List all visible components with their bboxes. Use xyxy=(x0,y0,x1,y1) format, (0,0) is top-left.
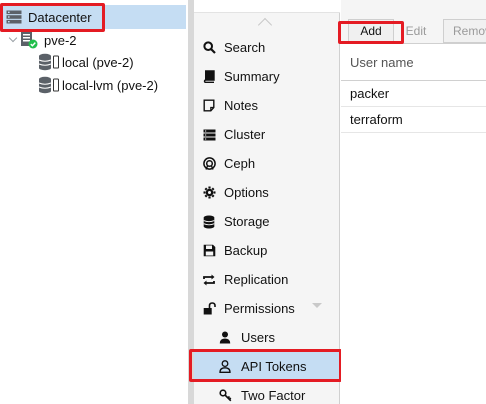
tokens-panel: Add Edit Remove User name packer terrafo… xyxy=(341,0,486,404)
nav-item-label: Cluster xyxy=(224,127,266,142)
tree-item-label: local-lvm (pve-2) xyxy=(62,77,159,93)
nav-top-bar xyxy=(194,0,340,13)
nav-item-label: Summary xyxy=(224,69,280,84)
tree-item-storage-local[interactable]: local (pve-2) xyxy=(38,50,134,74)
table-row[interactable]: terraform xyxy=(341,107,486,133)
nav-item-two-factor[interactable]: Two Factor xyxy=(194,381,340,404)
chevron-down-icon[interactable] xyxy=(312,303,322,308)
nav-item-storage[interactable]: Storage xyxy=(194,207,340,236)
nav-item-label: Ceph xyxy=(224,156,256,171)
search-icon xyxy=(202,41,216,55)
highlight-datacenter xyxy=(0,3,105,32)
book-icon xyxy=(202,70,216,84)
ceph-icon xyxy=(202,157,216,171)
tree-item-label: pve-2 xyxy=(44,32,77,48)
notes-icon xyxy=(202,99,216,113)
nav-item-label: Two Factor xyxy=(241,388,306,403)
cluster-icon xyxy=(202,128,216,142)
config-nav: Search Summary Notes Cluster Ceph Option… xyxy=(194,0,340,404)
nav-item-label: Storage xyxy=(224,214,270,229)
tree-item-label: local (pve-2) xyxy=(62,54,134,70)
nav-item-backup[interactable]: Backup xyxy=(194,236,340,265)
replication-icon xyxy=(202,273,216,287)
node-online-icon xyxy=(20,31,38,49)
tree-item-storage-local-lvm[interactable]: local-lvm (pve-2) xyxy=(38,73,158,97)
resource-tree: Datacenter pve-2 local (pve-2) local-lvm… xyxy=(0,0,190,404)
highlight-api-tokens xyxy=(189,349,342,382)
database-icon xyxy=(202,215,216,229)
nav-item-label: Users xyxy=(241,330,275,345)
gear-icon xyxy=(202,186,216,200)
chevron-down-icon[interactable] xyxy=(8,35,18,45)
nav-item-search[interactable]: Search xyxy=(194,33,340,62)
unlock-icon xyxy=(202,302,216,316)
nav-item-label: Backup xyxy=(224,243,268,258)
nav-item-summary[interactable]: Summary xyxy=(194,62,340,91)
nav-item-label: Permissions xyxy=(224,301,295,316)
remove-button[interactable]: Remove xyxy=(443,19,486,43)
nav-item-ceph[interactable]: Ceph xyxy=(194,149,340,178)
scroll-up-icon[interactable] xyxy=(257,17,273,33)
storage-icon xyxy=(38,53,60,71)
nav-item-label: Notes xyxy=(224,98,258,113)
nav-item-cluster[interactable]: Cluster xyxy=(194,120,340,149)
nav-item-options[interactable]: Options xyxy=(194,178,340,207)
nav-item-label: Options xyxy=(224,185,269,200)
nav-item-notes[interactable]: Notes xyxy=(194,91,340,120)
highlight-add xyxy=(338,21,404,44)
floppy-icon xyxy=(202,244,216,258)
nav-item-replication[interactable]: Replication xyxy=(194,265,340,294)
storage-icon xyxy=(38,76,60,94)
table-row[interactable]: packer xyxy=(341,81,486,107)
user-icon xyxy=(218,331,232,345)
column-header-user-name[interactable]: User name xyxy=(341,45,486,81)
nav-item-label: Search xyxy=(224,40,266,55)
nav-item-label: Replication xyxy=(224,272,289,287)
nav-item-permissions[interactable]: Permissions xyxy=(194,294,340,323)
nav-item-users[interactable]: Users xyxy=(194,323,340,352)
key-icon xyxy=(218,389,232,403)
